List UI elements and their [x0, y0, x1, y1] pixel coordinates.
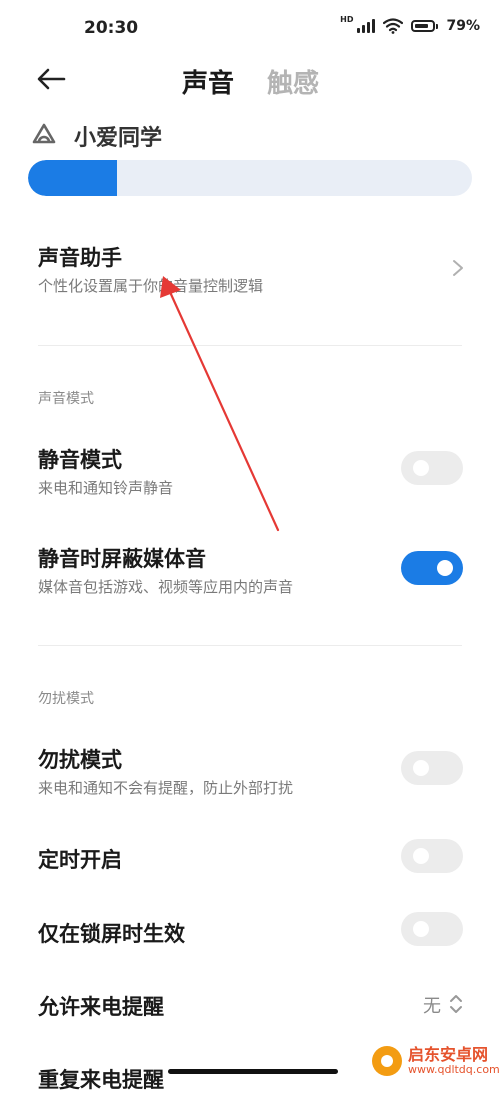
- chevron-right-icon[interactable]: [450, 258, 466, 278]
- dnd-mode-toggle[interactable]: [401, 751, 463, 785]
- lockscreen-only-title: 仅在锁屏时生效: [38, 922, 185, 946]
- silent-mode-title: 静音模式: [38, 448, 122, 472]
- watermark-logo-icon: [372, 1046, 402, 1076]
- mute-media-title: 静音时屏蔽媒体音: [38, 547, 206, 571]
- silent-mode-subtitle: 来电和通知铃声静音: [38, 479, 174, 497]
- status-time: 20:30: [84, 18, 139, 38]
- dnd-mode-subtitle: 来电和通知不会有提醒，防止外部打扰: [38, 779, 294, 797]
- dnd-mode-title: 勿扰模式: [38, 748, 122, 772]
- back-arrow-icon[interactable]: [34, 62, 68, 96]
- watermark: 启东安卓网 www.qdltdq.com: [372, 1046, 500, 1076]
- volume-fill: [28, 160, 117, 196]
- xiaoai-logo-icon: [32, 123, 56, 144]
- scheduled-on-title: 定时开启: [38, 848, 122, 872]
- sound-assistant-title[interactable]: 声音助手: [38, 242, 122, 272]
- battery-percent: 79%: [446, 18, 480, 34]
- tab-sound[interactable]: 声音: [182, 63, 234, 100]
- signal-icon: [357, 19, 376, 33]
- battery-icon: [411, 20, 439, 32]
- wifi-icon: [383, 18, 404, 34]
- watermark-url: www.qdltdq.com: [408, 1062, 500, 1076]
- mute-media-toggle[interactable]: [401, 551, 463, 585]
- repeat-calls-title[interactable]: 重复来电提醒: [38, 1064, 164, 1094]
- allow-calls-title[interactable]: 允许来电提醒: [38, 991, 164, 1021]
- scheduled-on-toggle[interactable]: [401, 839, 463, 873]
- watermark-name: 启东安卓网: [408, 1044, 489, 1064]
- tab-haptics[interactable]: 触感: [267, 63, 319, 100]
- divider: [38, 645, 462, 646]
- xiaoai-volume-slider[interactable]: [28, 160, 472, 196]
- lockscreen-only-toggle[interactable]: [401, 912, 463, 946]
- allow-calls-value[interactable]: 无: [423, 992, 441, 1018]
- mute-media-subtitle: 媒体音包括游戏、视频等应用内的声音: [38, 578, 294, 596]
- silent-mode-toggle[interactable]: [401, 451, 463, 485]
- home-indicator[interactable]: [168, 1069, 338, 1074]
- section-label-dnd: 勿扰模式: [38, 691, 94, 707]
- status-icons: HD 79%: [340, 14, 480, 35]
- section-label-sound-mode: 声音模式: [38, 391, 94, 407]
- xiaoai-label: 小爱同学: [74, 126, 163, 151]
- divider: [38, 345, 462, 346]
- sound-assistant-subtitle: 个性化设置属于你的音量控制逻辑: [38, 277, 264, 295]
- hd-badge: HD: [340, 14, 354, 24]
- up-down-chevron-icon[interactable]: [448, 992, 464, 1016]
